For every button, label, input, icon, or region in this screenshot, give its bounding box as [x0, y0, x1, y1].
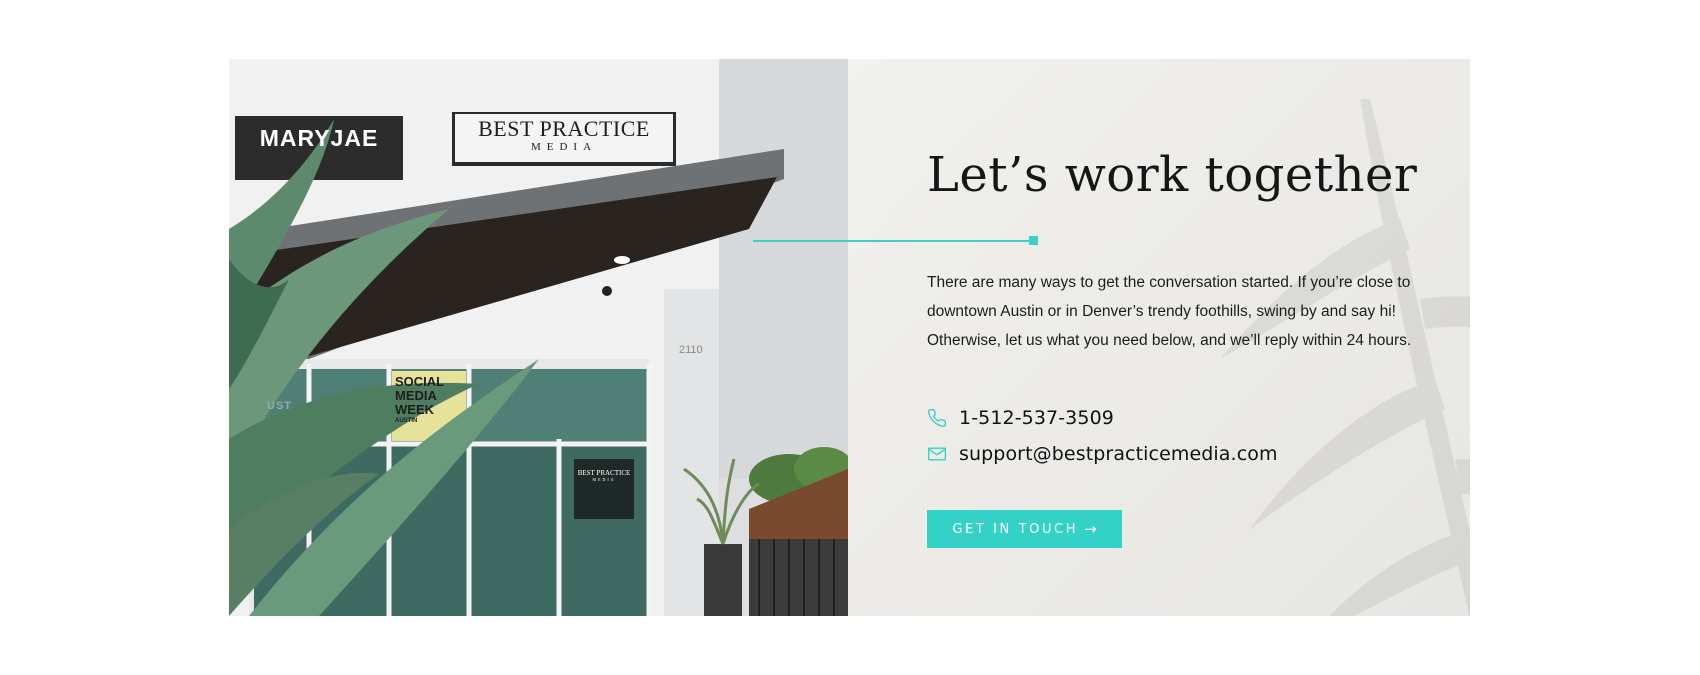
- poster-line-4: AUSTIN: [395, 418, 418, 424]
- office-photo: MARYJAE BEST PRACTICE MEDIA 2110 SOCIAL …: [229, 59, 848, 616]
- intro-paragraph: There are many ways to get the conversat…: [927, 274, 1412, 349]
- contact-panel: Let’s work together There are many ways …: [848, 59, 1470, 616]
- email-row[interactable]: support@bestpracticemedia.com: [927, 443, 1278, 465]
- door-sign-subtitle: MEDIA: [592, 477, 616, 482]
- get-in-touch-label: GET IN TOUCH: [952, 521, 1079, 537]
- address-number: 2110: [679, 344, 703, 356]
- accent-connector-dot: [1029, 236, 1038, 245]
- mail-icon: [927, 444, 947, 464]
- accent-connector-line: [753, 240, 1029, 242]
- window-poster: SOCIAL MEDIA WEEK AUSTIN: [395, 375, 465, 426]
- get-in-touch-button[interactable]: GET IN TOUCH →: [927, 510, 1122, 548]
- door-sign-title: BEST PRACTICE: [577, 469, 631, 477]
- poster-line-2: MEDIA: [395, 388, 437, 403]
- sign-subtitle: MEDIA: [530, 141, 598, 153]
- email-link[interactable]: support@bestpracticemedia.com: [959, 443, 1278, 465]
- maryjae-sign: MARYJAE: [259, 125, 379, 151]
- sign-title: BEST PRACTICE: [478, 116, 650, 141]
- page-title: Let’s work together: [927, 147, 1418, 203]
- phone-number-link[interactable]: 1-512-537-3509: [959, 407, 1114, 429]
- contact-section: MARYJAE BEST PRACTICE MEDIA 2110 SOCIAL …: [229, 59, 1470, 616]
- door-sign: BEST PRACTICE MEDIA: [574, 469, 634, 482]
- best-practice-sign: BEST PRACTICE MEDIA: [455, 116, 673, 154]
- phone-row[interactable]: 1-512-537-3509: [927, 407, 1114, 429]
- poster-line-1: SOCIAL: [395, 374, 445, 389]
- poster-line-3: WEEK: [395, 402, 434, 417]
- arrow-right-icon: →: [1084, 520, 1097, 538]
- phone-icon: [927, 408, 947, 428]
- window-fragment-text: UST: [267, 400, 292, 412]
